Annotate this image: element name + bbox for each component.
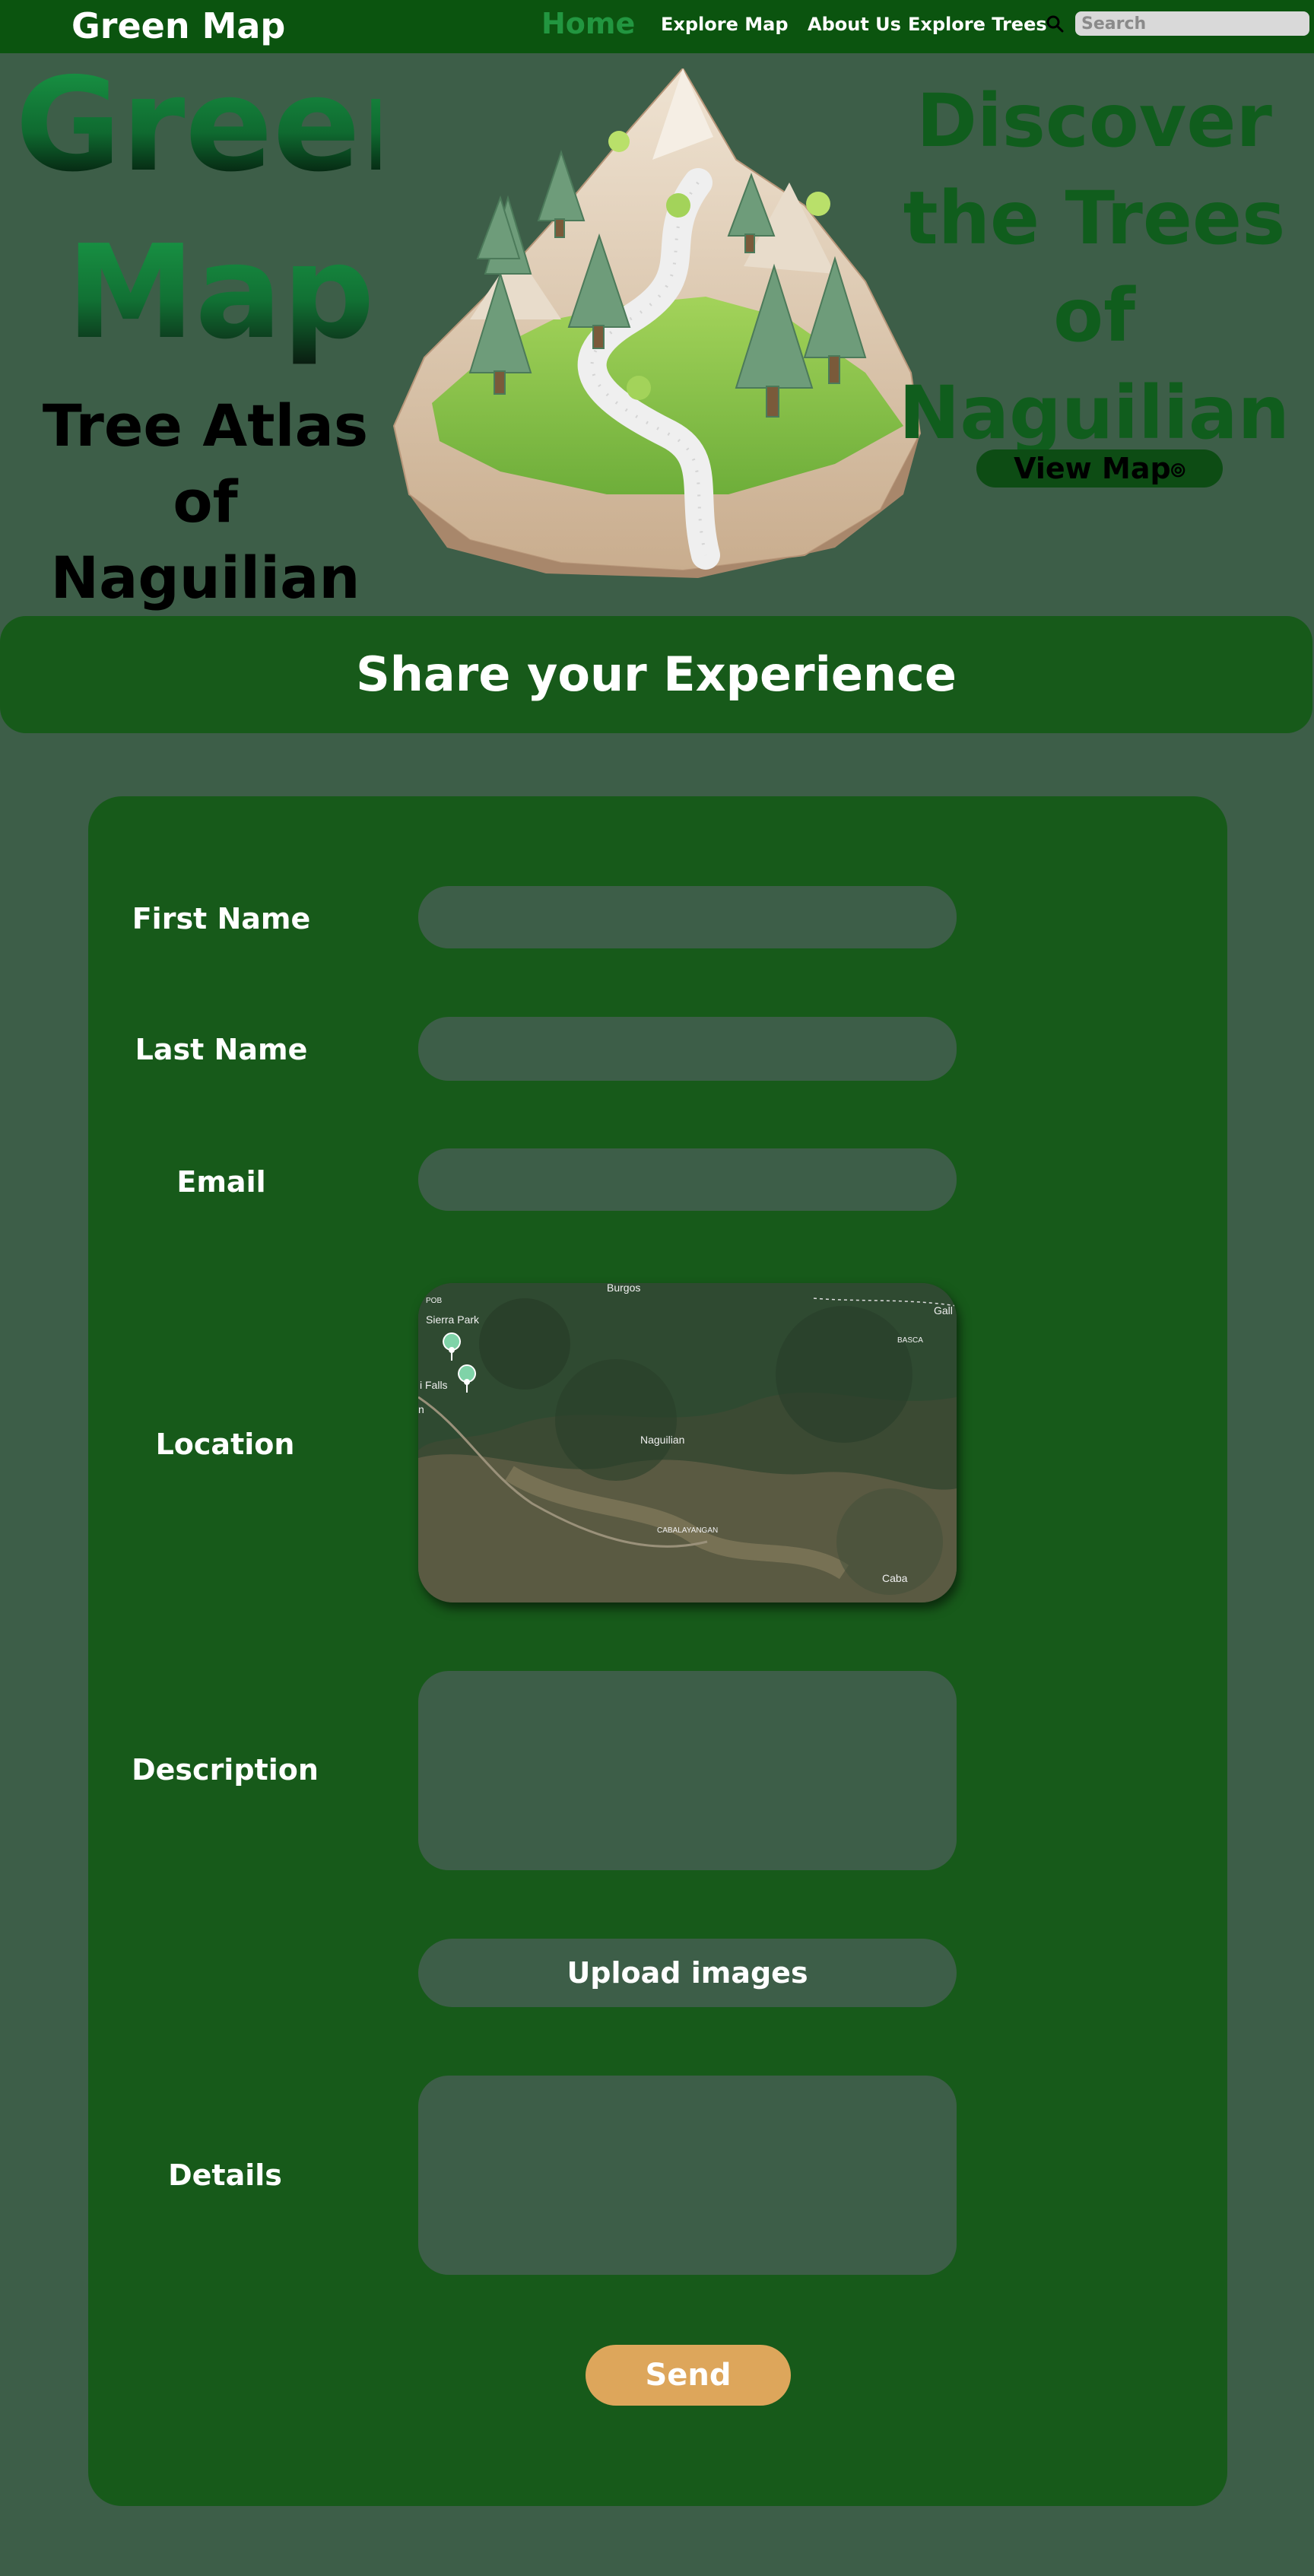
brand-logo[interactable]: Green Map — [71, 3, 285, 49]
map-label-gall: Gall — [934, 1304, 953, 1317]
map-label-cabalayangan: CABALAYANGAN — [657, 1526, 719, 1535]
mountain-forest-illustration — [392, 68, 922, 578]
search-icon[interactable] — [1045, 14, 1066, 35]
map-label-pob: POB — [426, 1297, 443, 1305]
map-label-burgos: Burgos — [607, 1283, 641, 1294]
hero-title-green: Green — [15, 50, 452, 201]
nav-explore-trees[interactable]: Explore Trees — [908, 12, 1047, 37]
target-icon: ⦾ — [1170, 459, 1185, 481]
email-field[interactable] — [418, 1148, 957, 1211]
nav-about-us[interactable]: About Us — [808, 12, 901, 37]
nav-home[interactable]: Home — [541, 5, 635, 43]
share-banner: Share your Experience — [0, 616, 1312, 733]
map-label-sierra-park: Sierra Park — [426, 1313, 480, 1326]
location-map[interactable]: Burgos POB Sierra Park i Falls n Gall BA… — [418, 1283, 957, 1602]
location-label: Location — [155, 1428, 295, 1461]
description-field[interactable] — [418, 1671, 957, 1870]
details-field[interactable] — [418, 2076, 957, 2275]
view-map-label: View Map — [1014, 452, 1171, 485]
first-name-label: First Name — [132, 902, 311, 935]
map-label-caba: Caba — [882, 1572, 908, 1584]
map-label-falls: i Falls — [420, 1379, 448, 1391]
search-input[interactable] — [1075, 11, 1309, 36]
upload-images-button[interactable]: Upload images — [418, 1939, 957, 2007]
first-name-field[interactable] — [418, 886, 957, 948]
description-label: Description — [132, 1753, 319, 1787]
nav-explore-map[interactable]: Explore Map — [661, 12, 789, 37]
send-button[interactable]: Send — [586, 2345, 791, 2406]
map-label-naguilian: Naguilian — [640, 1434, 685, 1446]
satellite-map-image — [418, 1283, 957, 1602]
experience-form: First Name Last Name Email Location Burg… — [88, 796, 1227, 2506]
discover-heading: Discover the Trees of Naguilian — [898, 78, 1290, 456]
top-navbar: Green Map Home Explore Map About Us Expl… — [0, 0, 1314, 53]
details-label: Details — [168, 2158, 282, 2192]
last-name-label: Last Name — [135, 1033, 308, 1066]
view-map-button[interactable]: View Map⦾ — [976, 449, 1223, 488]
last-name-field[interactable] — [418, 1017, 957, 1081]
hero-subtitle: Tree Atlas of Naguilian — [42, 392, 369, 611]
hero-title-map: Map — [61, 221, 380, 365]
map-label-n: n — [418, 1403, 424, 1415]
email-label: Email — [176, 1165, 266, 1199]
share-title: Share your Experience — [356, 646, 957, 702]
map-label-basca: BASCA — [897, 1336, 923, 1345]
